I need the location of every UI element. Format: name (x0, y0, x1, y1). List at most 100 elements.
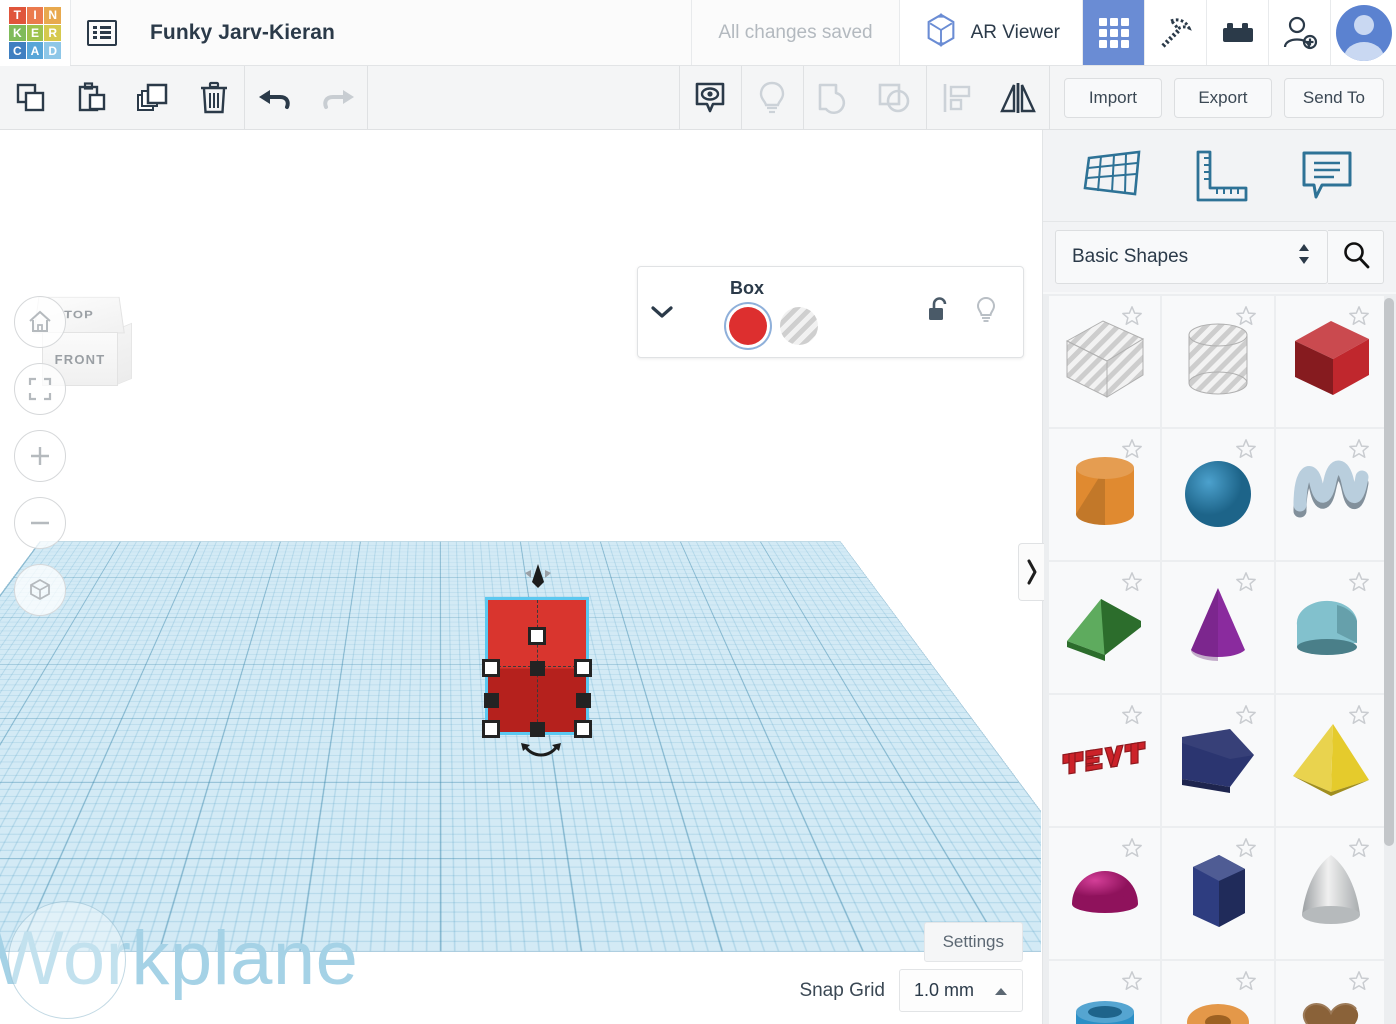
mirror-button[interactable] (988, 66, 1049, 129)
star-outline-icon[interactable] (1348, 438, 1370, 465)
star-outline-icon[interactable] (1348, 837, 1370, 864)
ungroup-button[interactable] (865, 66, 926, 129)
shape-dome[interactable] (1049, 828, 1160, 959)
handle-center[interactable] (530, 661, 545, 676)
send-to-button[interactable]: Send To (1284, 78, 1384, 118)
search-button[interactable] (1328, 230, 1384, 284)
handle-front-right[interactable] (574, 720, 592, 738)
3d-canvas[interactable]: Workplane TOP FRONT (0, 130, 1041, 1024)
panel-collapse-toggle[interactable] (1018, 543, 1044, 601)
shape-tube[interactable] (1049, 961, 1160, 1024)
fit-view-button[interactable] (14, 363, 66, 415)
selected-box-object[interactable] (488, 600, 586, 732)
import-button[interactable]: Import (1064, 78, 1162, 118)
ar-cube-icon (922, 11, 960, 55)
settings-button[interactable]: Settings (924, 922, 1023, 962)
shape-box[interactable] (1276, 296, 1387, 427)
tab-notes[interactable] (1289, 145, 1365, 207)
star-outline-icon[interactable] (1121, 837, 1143, 864)
ar-viewer-button[interactable]: AR Viewer (899, 0, 1082, 65)
solid-color-swatch[interactable] (729, 307, 767, 345)
star-outline-icon[interactable] (1235, 571, 1257, 598)
star-outline-icon[interactable] (1235, 704, 1257, 731)
shape-heart[interactable] (1276, 961, 1387, 1024)
shape-sphere[interactable] (1162, 429, 1273, 560)
shape-paraboloid[interactable] (1276, 828, 1387, 959)
shape-text[interactable] (1049, 695, 1160, 826)
unlocked-icon[interactable] (927, 296, 951, 329)
shape-pyramid[interactable] (1276, 695, 1387, 826)
star-outline-icon[interactable] (1121, 305, 1143, 332)
page-title[interactable]: Funky Jarv-Kieran (132, 0, 335, 65)
lightbulb-icon[interactable] (975, 296, 997, 329)
rotation-handle[interactable] (518, 740, 558, 764)
star-outline-icon[interactable] (1348, 305, 1370, 332)
chevron-down-icon[interactable] (638, 303, 686, 321)
handle-front-left[interactable] (482, 720, 500, 738)
home-view-button[interactable] (14, 296, 66, 348)
logo-tile-r: R (44, 25, 61, 42)
star-outline-icon[interactable] (1348, 704, 1370, 731)
tab-ruler[interactable] (1182, 145, 1258, 207)
paste-button[interactable] (61, 66, 122, 129)
shape-box-hole[interactable] (1049, 296, 1160, 427)
handle-bottom-left-mid[interactable] (484, 693, 499, 708)
hint-lightbulb-button[interactable] (742, 66, 803, 129)
height-arrow-handle[interactable] (525, 562, 551, 590)
group-button[interactable] (804, 66, 865, 129)
shape-category-select[interactable]: Basic Shapes (1055, 230, 1328, 284)
ortho-perspective-button[interactable] (14, 564, 66, 616)
handle-left[interactable] (482, 659, 500, 677)
pickaxe-icon[interactable] (1144, 0, 1206, 65)
star-outline-icon[interactable] (1121, 438, 1143, 465)
show-hide-button[interactable] (680, 66, 741, 129)
tinkercad-logo[interactable]: TINKERCAD (0, 0, 70, 66)
duplicate-button[interactable] (122, 66, 183, 129)
redo-button[interactable] (306, 66, 367, 129)
shape-torus-thumbnail (1175, 996, 1261, 1024)
zoom-in-button[interactable] (14, 430, 66, 482)
star-outline-icon[interactable] (1235, 305, 1257, 332)
shape-half-cylinder[interactable] (1276, 562, 1387, 693)
star-outline-icon[interactable] (1235, 837, 1257, 864)
align-button[interactable] (927, 66, 988, 129)
shape-name-label: Box (730, 278, 927, 299)
star-outline-icon[interactable] (1121, 571, 1143, 598)
star-outline-icon[interactable] (1348, 571, 1370, 598)
shapes-scrollbar[interactable] (1384, 298, 1394, 846)
clipboard-tools (0, 66, 244, 129)
star-outline-icon[interactable] (1235, 970, 1257, 997)
hole-swatch[interactable] (780, 307, 818, 345)
handle-bottom-right-mid[interactable] (576, 693, 591, 708)
star-outline-icon[interactable] (1121, 970, 1143, 997)
handle-top-center[interactable] (528, 627, 546, 645)
design-list-icon[interactable] (70, 0, 132, 65)
shape-roof[interactable] (1049, 562, 1160, 693)
user-avatar[interactable] (1330, 0, 1396, 65)
shape-cylinder[interactable] (1049, 429, 1160, 560)
shapes-panel: Basic Shapes (1042, 130, 1396, 1024)
star-outline-icon[interactable] (1348, 970, 1370, 997)
topbar-spacer (335, 0, 691, 65)
copy-button[interactable] (0, 66, 61, 129)
zoom-out-button[interactable] (14, 497, 66, 549)
shape-cylinder-hole[interactable] (1162, 296, 1273, 427)
star-outline-icon[interactable] (1121, 704, 1143, 731)
export-button[interactable]: Export (1174, 78, 1272, 118)
undo-button[interactable] (245, 66, 306, 129)
lego-brick-icon[interactable] (1206, 0, 1268, 65)
shape-scribble[interactable] (1276, 429, 1387, 560)
shape-cone[interactable] (1162, 562, 1273, 693)
star-outline-icon[interactable] (1235, 438, 1257, 465)
delete-button[interactable] (183, 66, 244, 129)
add-person-icon[interactable] (1268, 0, 1330, 65)
snap-grid-select[interactable]: 1.0 mm (899, 969, 1023, 1012)
snap-grid-label: Snap Grid (799, 980, 885, 1002)
tab-workplane[interactable] (1075, 145, 1151, 207)
shape-hex-prism[interactable] (1162, 828, 1273, 959)
handle-right[interactable] (574, 659, 592, 677)
blocks-grid-icon[interactable] (1082, 0, 1144, 65)
shape-polygon[interactable] (1162, 695, 1273, 826)
handle-front-center[interactable] (530, 722, 545, 737)
shape-torus[interactable] (1162, 961, 1273, 1024)
